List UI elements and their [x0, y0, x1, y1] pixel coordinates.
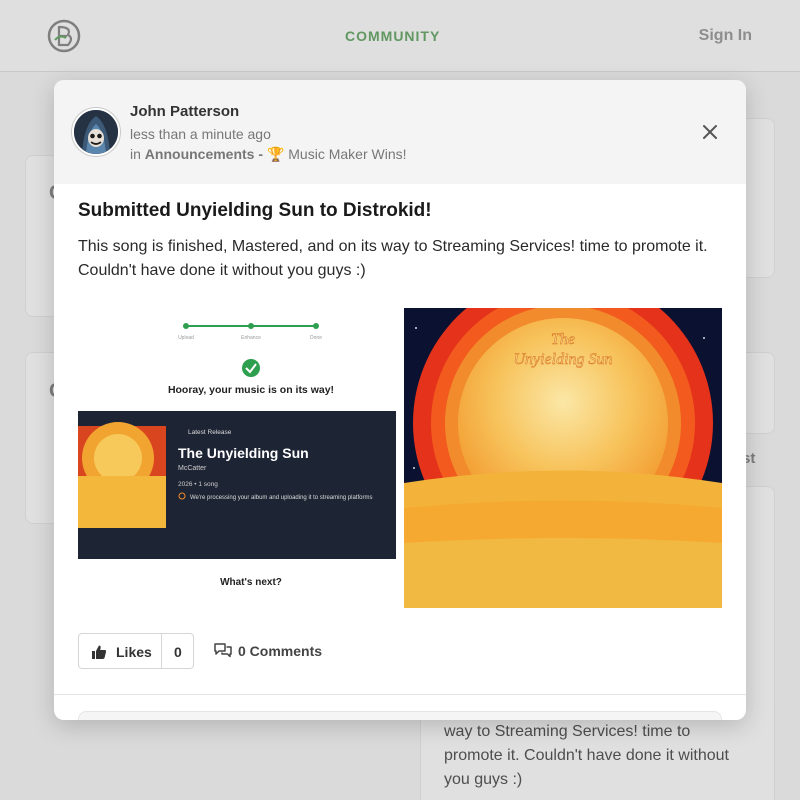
avatar-character-icon [74, 110, 118, 154]
category-link[interactable]: Announcements [145, 146, 255, 162]
cover-title-line1: The [551, 331, 575, 348]
step-upload: Upload [178, 335, 194, 341]
latest-release-label: Latest Release [188, 429, 232, 436]
post-timestamp: less than a minute ago [130, 126, 271, 142]
close-icon[interactable] [698, 120, 722, 144]
check-circle-icon [242, 359, 260, 377]
subcategory-link[interactable]: 🏆 Music Maker Wins! [267, 146, 407, 162]
likes-divider [161, 634, 162, 668]
likes-label: Likes [116, 644, 152, 660]
sun-cover-art-graphic: The Unyielding Sun [404, 308, 722, 608]
comments-icon [214, 643, 232, 658]
post-title: Submitted Unyielding Sun to Distrokid! [78, 200, 432, 221]
step-enhance: Enhance [241, 335, 261, 341]
category-separator: - [258, 146, 264, 162]
likes-count: 0 [174, 644, 182, 660]
comment-input[interactable] [78, 711, 722, 720]
processing-text: We're processing your album and uploadin… [190, 495, 372, 501]
comments-label: 0 Comments [238, 643, 323, 659]
distribution-screenshot-graphic: Upload Enhance Done Hooray, your music i… [78, 308, 396, 596]
likes-button[interactable]: Likes 0 [78, 633, 194, 669]
post-header: John Patterson less than a minute ago in… [54, 80, 746, 184]
release-artist: McCatter [178, 465, 207, 472]
post-image-screenshot[interactable]: Upload Enhance Done Hooray, your music i… [78, 308, 396, 596]
post-location: in Announcements - 🏆 Music Maker Wins! [130, 146, 407, 163]
in-prefix: in [130, 146, 141, 162]
whats-next-text: What's next? [220, 577, 282, 588]
cover-title-line2: Unyielding Sun [513, 351, 612, 368]
author-name[interactable]: John Patterson [130, 103, 239, 120]
post-modal: John Patterson less than a minute ago in… [54, 80, 746, 720]
release-meta: 2026 • 1 song [178, 481, 218, 488]
hooray-text: Hooray, your music is on its way! [168, 384, 334, 396]
thumbs-up-icon [92, 645, 107, 659]
modal-divider [54, 694, 746, 695]
avatar[interactable] [72, 108, 120, 156]
post-image-cover-art[interactable]: The Unyielding Sun [404, 308, 722, 608]
post-body: This song is finished, Mastered, and on … [78, 238, 708, 279]
step-done: Done [310, 335, 322, 341]
release-title: The Unyielding Sun [178, 445, 309, 461]
